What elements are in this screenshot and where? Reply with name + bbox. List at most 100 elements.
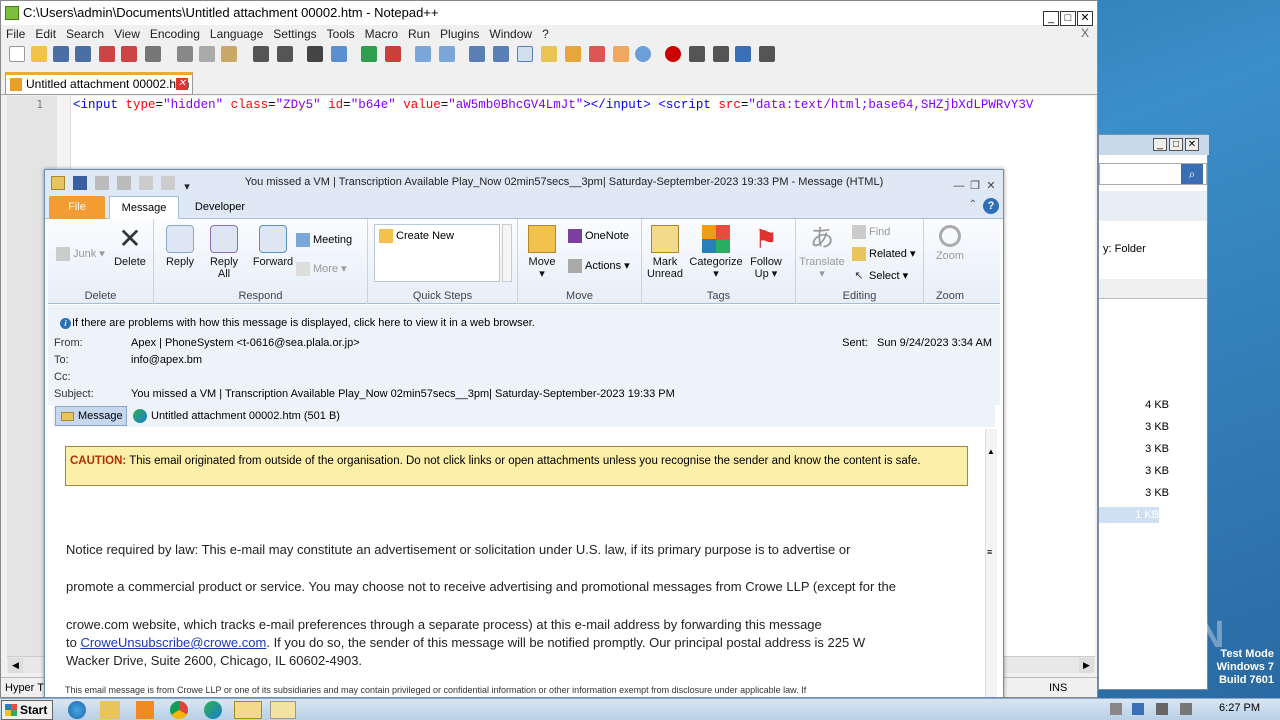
- menu-file[interactable]: File: [1, 25, 30, 43]
- save-icon[interactable]: [73, 176, 87, 190]
- tray-arrow-icon[interactable]: [1110, 703, 1122, 715]
- menu-encoding[interactable]: Encoding: [145, 25, 205, 43]
- down-arrow-icon[interactable]: [161, 176, 175, 190]
- menu-run[interactable]: Run: [403, 25, 435, 43]
- message-body[interactable]: CAUTION: This email originated from outs…: [55, 429, 985, 697]
- quick-step-create-new[interactable]: Create New: [379, 229, 454, 243]
- collapse-ribbon-icon[interactable]: ⌃: [969, 199, 977, 210]
- maximize-icon[interactable]: □: [1060, 11, 1076, 26]
- close-icon[interactable]: ✕: [1185, 138, 1199, 151]
- paste-icon[interactable]: [221, 46, 237, 62]
- scroll-thumb[interactable]: ≡: [987, 547, 992, 557]
- cut-icon[interactable]: [177, 46, 193, 62]
- mark-unread-button[interactable]: Mark Unread: [644, 225, 686, 280]
- zoom-in-icon[interactable]: [361, 46, 377, 62]
- print-icon[interactable]: [145, 46, 161, 62]
- save-icon[interactable]: [53, 46, 69, 62]
- quick-steps-gallery[interactable]: Create New: [374, 224, 500, 282]
- minimize-icon[interactable]: _: [1043, 11, 1059, 26]
- menu-plugins[interactable]: Plugins: [435, 25, 484, 43]
- help-icon[interactable]: ?: [983, 198, 999, 214]
- menu-edit[interactable]: Edit: [30, 25, 61, 43]
- customize-qat-icon[interactable]: ▾: [183, 175, 191, 193]
- sync-h-icon[interactable]: [439, 46, 455, 62]
- message-titlebar[interactable]: ▾ You missed a VM | Transcription Availa…: [45, 170, 1003, 194]
- menu-language[interactable]: Language: [205, 25, 268, 43]
- menu-window[interactable]: Window: [484, 25, 537, 43]
- from-value[interactable]: Apex | PhoneSystem <t-0616@sea.plala.or.…: [131, 337, 360, 349]
- clock[interactable]: 6:27 PM: [1219, 702, 1260, 714]
- up-arrow-icon[interactable]: [139, 176, 153, 190]
- actions-button[interactable]: Actions ▾: [568, 259, 630, 274]
- onenote-button[interactable]: OneNote: [568, 229, 629, 243]
- info-bar[interactable]: i If there are problems with how this me…: [48, 305, 1000, 339]
- file-size-selected[interactable]: 1 KB: [1099, 507, 1159, 523]
- tab-message[interactable]: Message: [109, 196, 179, 219]
- close-document-icon[interactable]: X: [1081, 26, 1089, 40]
- media-player-icon[interactable]: [136, 701, 154, 719]
- chrome-icon[interactable]: [170, 701, 188, 719]
- network-icon[interactable]: [1156, 703, 1168, 715]
- close-all-icon[interactable]: [121, 46, 137, 62]
- replace-icon[interactable]: [331, 46, 347, 62]
- flag-tray-icon[interactable]: [1132, 703, 1144, 715]
- tab-developer[interactable]: Developer: [185, 196, 255, 219]
- outlook-message-window[interactable]: ▾ You missed a VM | Transcription Availa…: [44, 169, 1004, 698]
- save-macro-icon[interactable]: [759, 46, 775, 62]
- delete-button[interactable]: ✕ Delete: [110, 225, 150, 269]
- edge-icon[interactable]: [204, 701, 222, 719]
- window-title[interactable]: C:\Users\admin\Documents\Untitled attach…: [1, 1, 1097, 26]
- more-button[interactable]: More ▾: [296, 262, 347, 277]
- follow-up-button[interactable]: ⚑ Follow Up ▾: [746, 225, 786, 280]
- menu-view[interactable]: View: [109, 25, 145, 43]
- menu-search[interactable]: Search: [61, 25, 109, 43]
- tab-close-icon[interactable]: ✕: [176, 78, 188, 90]
- tab-document[interactable]: Untitled attachment 00002.htm ✕: [5, 72, 193, 95]
- explorer-titlebar[interactable]: _ □ ✕: [1099, 135, 1209, 155]
- categorize-button[interactable]: Categorize ▾: [688, 225, 744, 280]
- scroll-left-icon[interactable]: ◀: [8, 658, 23, 673]
- minimize-icon[interactable]: _: [1153, 138, 1167, 151]
- zoom-button[interactable]: Zoom: [928, 225, 972, 262]
- doc-map-icon[interactable]: [565, 46, 581, 62]
- find-icon[interactable]: [307, 46, 323, 62]
- stop-macro-icon[interactable]: [689, 46, 705, 62]
- forward-button[interactable]: Forward: [248, 225, 298, 268]
- redo-icon[interactable]: [277, 46, 293, 62]
- scroll-up-icon[interactable]: ▲: [987, 447, 995, 456]
- show-all-chars-icon[interactable]: [493, 46, 509, 62]
- record-macro-icon[interactable]: [665, 46, 681, 62]
- explorer-window[interactable]: _ □ ✕ ⌕ y: Folder 4 KB 3 KB 3 KB 3 KB 3 …: [1098, 134, 1209, 690]
- menu-settings[interactable]: Settings: [268, 25, 321, 43]
- maximize-icon[interactable]: □: [1169, 138, 1183, 151]
- translate-button[interactable]: あ Translate ▾: [798, 225, 846, 280]
- find-button[interactable]: Find: [852, 225, 890, 239]
- folder-workspace-icon[interactable]: [613, 46, 629, 62]
- ie-icon[interactable]: [68, 701, 86, 719]
- search-icon[interactable]: ⌕: [1181, 164, 1203, 184]
- indent-guide-icon[interactable]: [517, 46, 533, 62]
- explorer-icon[interactable]: [100, 701, 120, 719]
- monitor-icon[interactable]: [635, 46, 651, 62]
- redo-icon[interactable]: [117, 176, 131, 190]
- volume-icon[interactable]: [1180, 703, 1192, 715]
- new-file-icon[interactable]: [9, 46, 25, 62]
- to-value[interactable]: info@apex.bm: [131, 354, 202, 366]
- outlook-taskbar-icon[interactable]: [234, 701, 262, 719]
- close-icon[interactable]: ✕: [1077, 11, 1093, 26]
- close-file-icon[interactable]: [99, 46, 115, 62]
- related-button[interactable]: Related ▾: [852, 247, 916, 262]
- run-macro-multiple-icon[interactable]: [735, 46, 751, 62]
- open-file-icon[interactable]: [31, 46, 47, 62]
- select-button[interactable]: ↖ Select ▾: [852, 269, 908, 283]
- code-line[interactable]: <input type="hidden" class="ZDy5" id="b6…: [73, 98, 1093, 112]
- start-button[interactable]: Start: [1, 700, 53, 720]
- arrange-by-label[interactable]: y: Folder: [1103, 243, 1146, 255]
- scroll-right-icon[interactable]: ▶: [1079, 658, 1094, 673]
- zoom-out-icon[interactable]: [385, 46, 401, 62]
- meeting-button[interactable]: Meeting: [296, 233, 352, 247]
- junk-button[interactable]: Junk ▾: [56, 247, 105, 262]
- reply-all-button[interactable]: Reply All: [204, 225, 244, 280]
- move-button[interactable]: Move ▾: [522, 225, 562, 280]
- menu-macro[interactable]: Macro: [360, 25, 403, 43]
